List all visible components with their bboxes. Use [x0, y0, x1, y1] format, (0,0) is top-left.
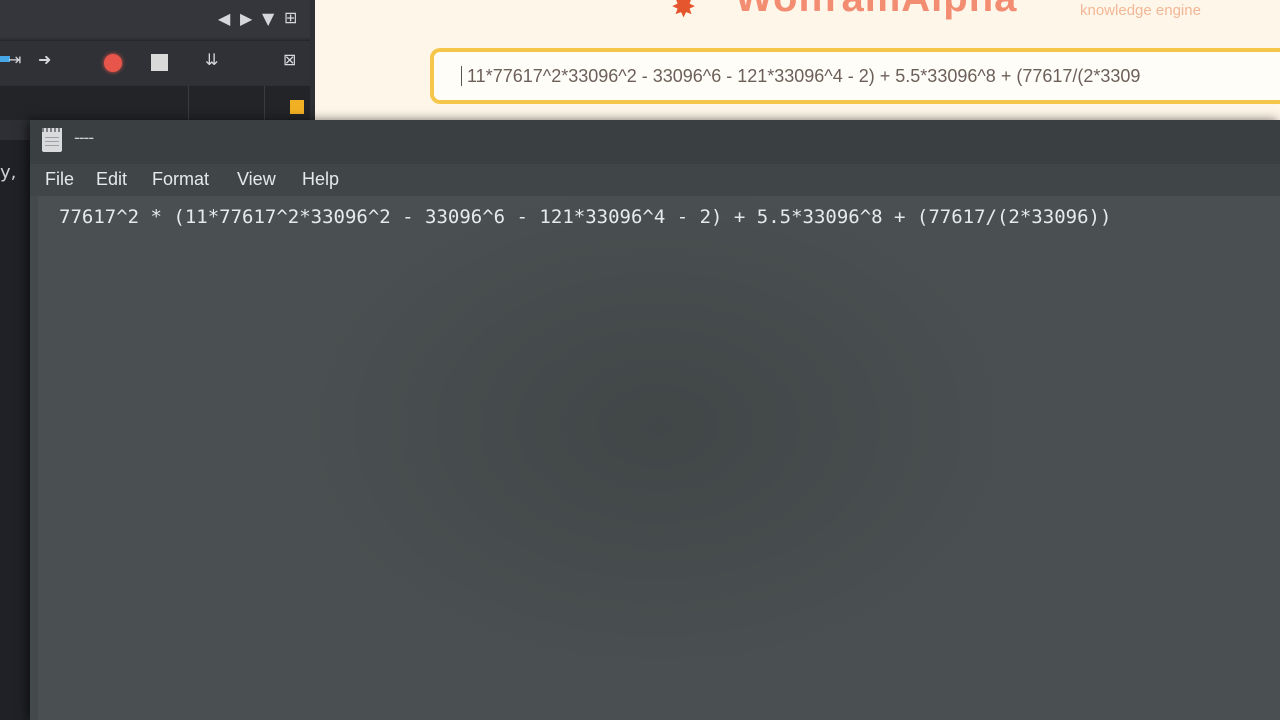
background-app: ◀ ▶ ▼ ⊞ ⇥ ➜ ⇊ ⊠	[0, 0, 320, 140]
menu-view[interactable]: View	[237, 166, 276, 192]
wolfram-star-icon: ✸	[671, 0, 697, 25]
text-editor[interactable]: 77617^2 * (11*77617^2*33096^2 - 33096^6 …	[38, 196, 1280, 720]
background-app-toolbar: ◀ ▶ ▼ ⊞	[0, 0, 310, 38]
close-box-icon[interactable]: ⊠	[283, 51, 296, 69]
stop-button[interactable]	[151, 54, 168, 71]
next-icon[interactable]: ▶	[240, 10, 252, 28]
background-text-fragment: y,	[0, 162, 17, 183]
record-button[interactable]	[104, 54, 122, 72]
wolfram-alpha-page: ✸ WolframAlpha knowledge engine 11*77617…	[315, 0, 1280, 122]
chevron-double-down-icon[interactable]: ⇊	[205, 51, 218, 69]
menu-edit[interactable]: Edit	[96, 166, 127, 192]
wolfram-query-text: 11*77617^2*33096^2 - 33096^6 - 121*33096…	[467, 66, 1141, 86]
wolfram-tagline: knowledge engine	[1080, 2, 1201, 19]
dropdown-icon[interactable]: ▼	[262, 10, 274, 28]
text-caret	[461, 66, 462, 86]
grid-icon[interactable]: ⊞	[284, 9, 297, 27]
editor-content: 77617^2 * (11*77617^2*33096^2 - 33096^6 …	[59, 206, 1112, 228]
divider	[264, 86, 265, 120]
background-app-statusbar	[0, 86, 310, 120]
prev-icon[interactable]: ◀	[218, 10, 230, 28]
wolfram-search-input[interactable]: 11*77617^2*33096^2 - 33096^6 - 121*33096…	[430, 48, 1280, 104]
window-title: ----	[74, 128, 94, 147]
divider	[188, 86, 189, 120]
menu-file[interactable]: File	[45, 166, 74, 192]
menu-format[interactable]: Format	[152, 166, 209, 192]
notepad-icon	[42, 128, 62, 152]
title-bar[interactable]: ----	[30, 120, 1280, 164]
forward-arrow-icon[interactable]: ➜	[38, 51, 51, 69]
yellow-square-icon	[290, 100, 304, 114]
wolfram-logo[interactable]: WolframAlpha	[735, 0, 1017, 21]
background-app-controls: ⇥ ➜ ⇊ ⊠	[0, 40, 310, 85]
notepad-window: ---- File Edit Format View Help 77617^2 …	[30, 120, 1280, 720]
menu-help[interactable]: Help	[302, 166, 339, 192]
tab-icon[interactable]: ⇥	[8, 51, 21, 69]
menu-bar: File Edit Format View Help	[30, 164, 1280, 196]
